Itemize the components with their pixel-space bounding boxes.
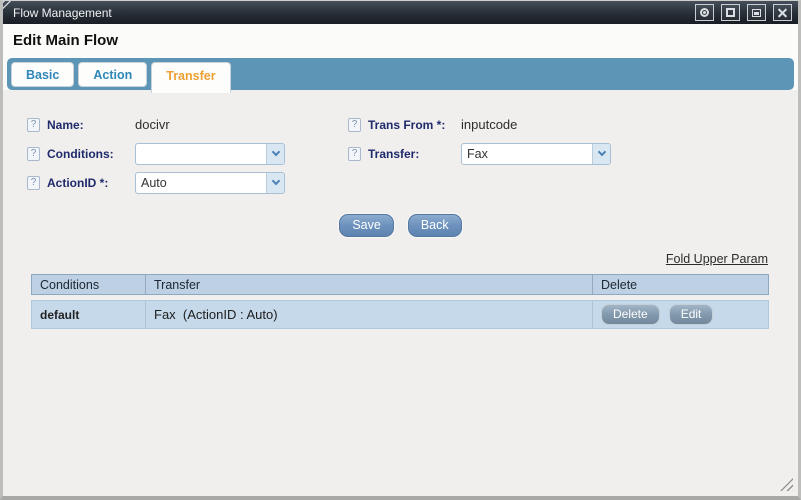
maximize-glyph <box>726 8 735 17</box>
resize-grip-bottom-right[interactable] <box>780 478 793 491</box>
form-column-left: ? Name: docivr ? Conditions: ? ActionID … <box>27 110 348 197</box>
maximize-icon[interactable] <box>721 4 740 21</box>
conditions-select[interactable] <box>135 142 285 165</box>
col-delete: Delete <box>592 275 768 294</box>
form-buttons: Save Back <box>3 214 798 237</box>
actionid-select[interactable]: Auto <box>135 171 285 194</box>
back-button[interactable]: Back <box>407 214 462 237</box>
edit-button[interactable]: Edit <box>668 304 714 325</box>
collapse-icon[interactable] <box>695 4 714 21</box>
page-title: Edit Main Flow <box>13 32 118 49</box>
chevron-down-icon <box>592 143 610 164</box>
tab-basic-label: Basic <box>26 68 60 82</box>
row-actions: Delete Edit <box>592 301 768 328</box>
window-title: Flow Management <box>13 5 112 20</box>
fold-row: Fold Upper Param <box>3 250 798 268</box>
chevron-down-icon <box>266 143 284 164</box>
header-area: Edit Main Flow Basic Action Transfer <box>3 24 798 93</box>
minimize-glyph <box>752 8 761 17</box>
trans-from-value: inputcode <box>461 117 518 132</box>
form-column-right: ? Trans From *: inputcode ? Transfer: Fa… <box>348 110 798 197</box>
tab-action[interactable]: Action <box>78 62 148 87</box>
row-conditions-value: default <box>40 307 80 322</box>
transfer-select[interactable]: Fax <box>461 142 611 165</box>
name-label: Name: <box>47 117 84 132</box>
transfer-select-value: Fax <box>467 146 488 161</box>
flow-management-window: Flow Management Edit Main Flow Basic Act… <box>0 0 801 500</box>
titlebar: Flow Management <box>3 1 798 24</box>
col-transfer: Transfer <box>145 275 592 294</box>
field-actionid: ? ActionID *: Auto <box>27 168 348 197</box>
window-controls <box>688 4 792 21</box>
conditions-label: Conditions: <box>47 146 114 161</box>
transfer-form: ? Name: docivr ? Conditions: ? ActionID … <box>3 90 798 197</box>
delete-button[interactable]: Delete <box>601 304 660 325</box>
tab-bar: Basic Action Transfer <box>7 58 794 93</box>
field-transfer: ? Transfer: Fax <box>348 139 798 168</box>
help-icon[interactable]: ? <box>27 117 40 132</box>
tab-transfer-label: Transfer <box>166 69 216 83</box>
tab-transfer[interactable]: Transfer <box>151 62 231 93</box>
minimize-icon[interactable] <box>747 4 766 21</box>
collapse-glyph <box>700 8 709 17</box>
tab-content: ? Name: docivr ? Conditions: ? ActionID … <box>3 90 798 329</box>
save-button[interactable]: Save <box>339 214 394 237</box>
table-row: default Fax (ActionID : Auto) Delete Edi… <box>31 300 769 329</box>
field-name: ? Name: docivr <box>27 110 348 139</box>
close-glyph <box>778 8 787 17</box>
help-icon[interactable]: ? <box>27 175 40 190</box>
trans-from-label: Trans From *: <box>368 117 446 132</box>
actionid-label: ActionID *: <box>47 175 109 190</box>
tab-action-label: Action <box>93 68 133 82</box>
chevron-down-icon <box>266 172 284 193</box>
fold-upper-param-link[interactable]: Fold Upper Param <box>666 252 768 266</box>
col-conditions: Conditions <box>40 277 100 292</box>
close-icon[interactable] <box>773 4 792 21</box>
help-icon[interactable]: ? <box>27 146 40 161</box>
name-value: docivr <box>135 117 170 132</box>
tab-basic[interactable]: Basic <box>11 62 75 87</box>
help-icon[interactable]: ? <box>348 146 361 161</box>
actionid-select-value: Auto <box>141 175 167 190</box>
field-trans-from: ? Trans From *: inputcode <box>348 110 798 139</box>
table-header: Conditions Transfer Delete <box>31 274 769 295</box>
row-transfer-value: Fax (ActionID : Auto) <box>145 301 592 328</box>
conditions-table: Conditions Transfer Delete default Fax (… <box>31 274 769 329</box>
field-conditions: ? Conditions: <box>27 139 348 168</box>
help-icon[interactable]: ? <box>348 117 361 132</box>
transfer-label: Transfer: <box>368 146 420 161</box>
